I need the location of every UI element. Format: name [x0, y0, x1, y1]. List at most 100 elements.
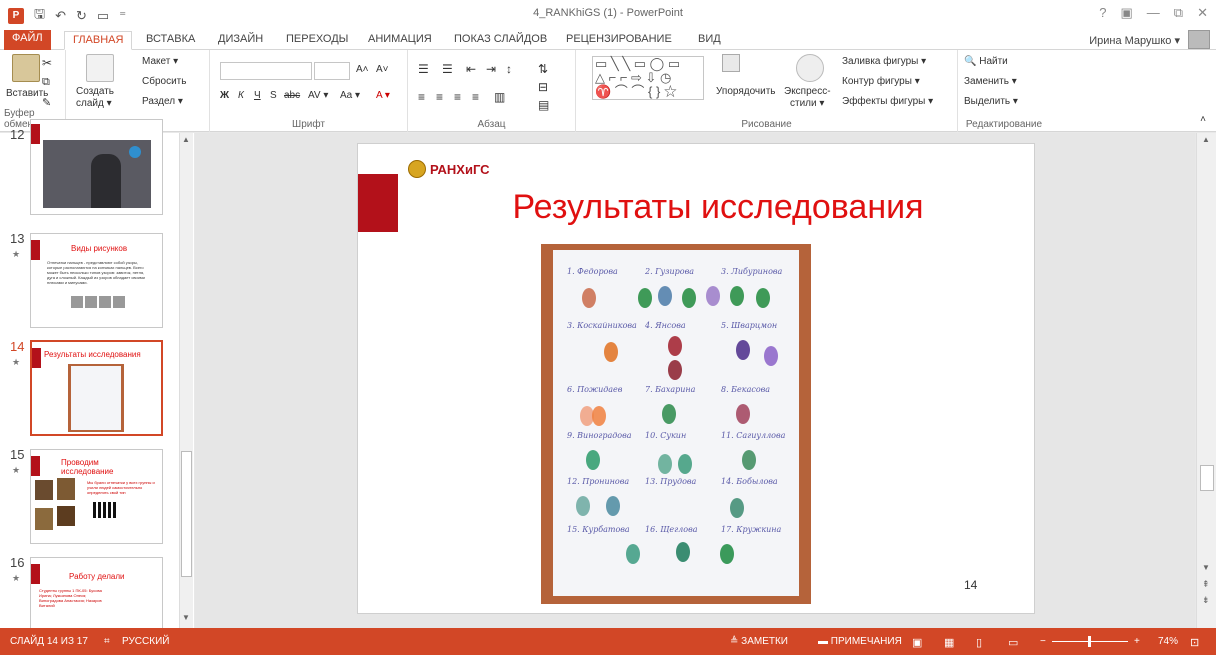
- font-size-input[interactable]: [314, 62, 350, 80]
- numbering-icon[interactable]: ☰: [442, 62, 453, 76]
- shape-outline-button[interactable]: Контур фигуры ▾: [842, 76, 920, 87]
- paste-icon[interactable]: [12, 54, 40, 82]
- next-slide-icon[interactable]: ⇟: [1202, 595, 1210, 606]
- justify-icon[interactable]: ≡: [472, 90, 479, 104]
- zoom-slider[interactable]: [1052, 636, 1128, 647]
- tab-home[interactable]: ГЛАВНАЯ: [64, 31, 133, 50]
- font-color-button[interactable]: A ▾: [376, 90, 390, 101]
- italic-button[interactable]: К: [238, 90, 244, 101]
- decrease-indent-icon[interactable]: ⇤: [466, 62, 476, 76]
- smartart-icon[interactable]: ▤: [538, 98, 549, 112]
- text-direction-icon[interactable]: ⇅: [538, 62, 548, 76]
- align-right-icon[interactable]: ≡: [454, 90, 461, 104]
- align-center-icon[interactable]: ≡: [436, 90, 443, 104]
- tab-file[interactable]: ФАЙЛ: [4, 30, 51, 50]
- scroll-up-icon[interactable]: ▲: [182, 135, 190, 144]
- tab-transitions[interactable]: ПЕРЕХОДЫ: [278, 31, 356, 50]
- tab-view[interactable]: ВИД: [690, 31, 729, 50]
- shrink-font-button[interactable]: A˅: [376, 64, 389, 75]
- notes-button[interactable]: ≜ ЗАМЕТКИ: [730, 636, 788, 647]
- ribbon-display-icon[interactable]: ▣: [1121, 5, 1133, 21]
- restore-icon[interactable]: ⧉: [1174, 5, 1183, 21]
- change-case-button[interactable]: Aa ▾: [340, 90, 360, 101]
- section-button[interactable]: Раздел ▾: [142, 96, 183, 107]
- minimize-icon[interactable]: —: [1147, 5, 1160, 21]
- animation-star-icon: ★: [12, 465, 21, 475]
- previous-slide-icon[interactable]: ⇞: [1202, 579, 1210, 590]
- tab-insert[interactable]: ВСТАВКА: [138, 31, 203, 50]
- zoom-slider-thumb[interactable]: [1088, 636, 1091, 647]
- slide-sorter-icon[interactable]: ▦: [944, 636, 954, 649]
- scroll-thumb[interactable]: [181, 451, 192, 577]
- language-indicator[interactable]: РУССКИЙ: [122, 636, 169, 647]
- slide-scrollbar[interactable]: ▲ ▼ ⇞ ⇟: [1196, 133, 1216, 628]
- scroll-thumb[interactable]: [1200, 465, 1214, 491]
- close-icon[interactable]: ✕: [1197, 5, 1208, 21]
- thumbnails-scrollbar[interactable]: ▲ ▼: [179, 133, 193, 628]
- slideshow-view-icon[interactable]: ▭: [1008, 636, 1018, 649]
- slide-thumbnail-14[interactable]: Результаты исследования: [30, 340, 163, 436]
- new-slide-dropdown[interactable]: слайд ▾: [76, 98, 112, 109]
- slide-thumbnail-13[interactable]: Виды рисунков Отпечатки пальцев - предст…: [30, 233, 163, 328]
- user-name[interactable]: Ирина Марушко ▾: [1089, 34, 1180, 47]
- align-text-icon[interactable]: ⊟: [538, 80, 548, 94]
- handwritten-name: 5. Шварцмон: [721, 321, 777, 330]
- handwritten-name: 9. Виноградова: [567, 431, 632, 440]
- new-slide-button[interactable]: Создать: [76, 86, 114, 97]
- arrange-icon[interactable]: [722, 54, 740, 72]
- increase-indent-icon[interactable]: ⇥: [486, 62, 496, 76]
- columns-icon[interactable]: ▥: [494, 90, 505, 104]
- tab-review[interactable]: РЕЦЕНЗИРОВАНИЕ: [558, 31, 680, 50]
- tab-design[interactable]: ДИЗАЙН: [210, 31, 271, 50]
- thumb-accent-bar: [31, 124, 40, 144]
- fingerprints-photo[interactable]: 1. Федорова 2. Гузирова 3. Либуринова 3. Ко…: [541, 244, 811, 604]
- char-spacing-button[interactable]: AV ▾: [308, 90, 328, 101]
- spellcheck-icon[interactable]: ⌗: [104, 636, 110, 647]
- underline-button[interactable]: Ч: [254, 90, 261, 101]
- copy-icon[interactable]: ⧉: [42, 76, 50, 89]
- strikethrough-button[interactable]: abc: [284, 90, 300, 101]
- slide-thumbnail-12[interactable]: [30, 119, 163, 215]
- scroll-up-icon[interactable]: ▲: [1202, 135, 1210, 144]
- bold-button[interactable]: Ж: [220, 90, 229, 101]
- shape-effects-button[interactable]: Эффекты фигуры ▾: [842, 96, 933, 107]
- scroll-down-icon[interactable]: ▼: [182, 613, 190, 622]
- slide-thumbnail-15[interactable]: Проводим исследование Мы брали отпечатки…: [30, 449, 163, 544]
- scroll-down-icon[interactable]: ▼: [1202, 563, 1210, 572]
- tab-slideshow[interactable]: ПОКАЗ СЛАЙДОВ: [446, 31, 555, 50]
- tab-animation[interactable]: АНИМАЦИЯ: [360, 31, 440, 50]
- zoom-out-icon[interactable]: −: [1040, 636, 1046, 647]
- font-name-input[interactable]: [220, 62, 312, 80]
- reset-button[interactable]: Сбросить: [142, 76, 186, 87]
- zoom-level[interactable]: 74%: [1158, 636, 1178, 647]
- avatar[interactable]: [1188, 30, 1210, 49]
- reading-view-icon[interactable]: ▯: [976, 636, 982, 649]
- new-slide-icon[interactable]: [86, 54, 114, 82]
- grow-font-button[interactable]: A˄: [356, 64, 369, 75]
- quick-styles-icon[interactable]: [796, 54, 824, 82]
- collapse-ribbon-icon[interactable]: ˄: [1200, 114, 1206, 125]
- select-button[interactable]: Выделить ▾: [964, 96, 1018, 107]
- quick-styles-dropdown[interactable]: стили ▾: [790, 98, 824, 109]
- zoom-in-icon[interactable]: +: [1134, 636, 1140, 647]
- slide-title[interactable]: Результаты исследования: [418, 188, 1018, 227]
- quick-styles-button[interactable]: Экспресс-: [784, 86, 831, 97]
- fingerprint-mark: [736, 404, 750, 424]
- shapes-gallery[interactable]: ▭ ╲ ╲ ▭ ◯ ▭ △ ⌐ ⌐ ⇨ ⇩ ◷ ♈ ⌒ ⌒ { } ☆: [592, 56, 704, 100]
- line-spacing-icon[interactable]: ↕: [506, 62, 512, 76]
- shadow-button[interactable]: S: [270, 90, 277, 101]
- normal-view-icon[interactable]: ▣: [912, 636, 922, 649]
- current-slide[interactable]: РАНХиГС Результаты исследования 1. Федор…: [357, 143, 1035, 614]
- find-button[interactable]: 🔍 Найти: [964, 56, 1008, 67]
- animation-star-icon: ★: [12, 573, 21, 583]
- bullets-icon[interactable]: ☰: [418, 62, 429, 76]
- shape-fill-button[interactable]: Заливка фигуры ▾: [842, 56, 926, 67]
- layout-button[interactable]: Макет ▾: [142, 56, 178, 67]
- replace-button[interactable]: Заменить ▾: [964, 76, 1017, 87]
- align-left-icon[interactable]: ≡: [418, 90, 425, 104]
- fit-to-window-icon[interactable]: ⊡: [1190, 636, 1199, 649]
- comments-button[interactable]: ▬ ПРИМЕЧАНИЯ: [818, 636, 902, 647]
- cut-icon[interactable]: ✂: [42, 56, 52, 70]
- help-icon[interactable]: ?: [1099, 5, 1106, 21]
- arrange-button[interactable]: Упорядочить: [716, 86, 776, 97]
